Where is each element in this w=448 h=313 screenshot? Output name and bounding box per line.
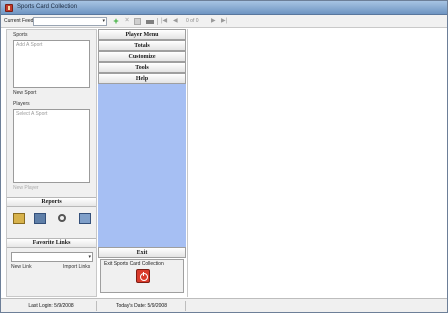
app-icon <box>5 4 13 12</box>
exit-panel: Exit Sports Card Collection <box>100 259 184 293</box>
menu-tools[interactable]: Tools <box>98 62 186 73</box>
report-card-icon[interactable] <box>13 213 25 224</box>
todays-date-status: Today's Date: 5/9/2008 <box>98 301 186 311</box>
delete-icon[interactable]: × <box>123 17 131 25</box>
menu-content-area <box>98 84 186 247</box>
reports-header: Reports <box>7 197 96 207</box>
last-login-status: Last Login: 5/9/2008 <box>6 301 97 311</box>
players-listbox[interactable]: Select A Sport <box>13 109 90 183</box>
chevron-down-icon: ▾ <box>88 254 91 260</box>
toolbar-separator <box>157 18 158 25</box>
previous-record-icon[interactable]: ◀ <box>173 17 178 26</box>
add-icon[interactable]: + <box>112 17 120 26</box>
power-icon[interactable] <box>136 269 150 283</box>
last-record-icon[interactable]: ▶| <box>221 17 227 26</box>
window-title: Sports Card Collection <box>17 4 78 10</box>
favorite-links-header: Favorite Links <box>7 238 96 248</box>
save-icon[interactable] <box>134 18 141 25</box>
status-bar: Last Login: 5/9/2008 Today's Date: 5/9/2… <box>1 298 447 312</box>
exit-header: Exit <box>98 247 186 258</box>
menu-help[interactable]: Help <box>98 73 186 84</box>
left-panel: Sports Add A Sport New Sport Players Sel… <box>6 29 97 297</box>
report-print-icon[interactable] <box>34 213 46 224</box>
menu-totals[interactable]: Totals <box>98 40 186 51</box>
main-content-area <box>187 29 445 297</box>
first-record-icon[interactable]: |◀ <box>161 17 167 26</box>
new-player-link[interactable]: New Player <box>13 185 39 191</box>
menu-column: Player Menu Totals Customize Tools Help … <box>98 29 186 297</box>
players-placeholder: Select A Sport <box>16 111 48 117</box>
current-feeds-select[interactable]: ▾ <box>33 17 107 26</box>
chevron-down-icon: ▾ <box>102 18 105 24</box>
edit-icon[interactable] <box>146 20 154 24</box>
new-sport-link[interactable]: New Sport <box>13 90 36 96</box>
report-search-icon[interactable] <box>58 214 66 222</box>
report-export-icon[interactable] <box>79 213 91 224</box>
next-record-icon[interactable]: ▶ <box>211 17 216 26</box>
players-label: Players <box>13 101 30 107</box>
menu-player-menu[interactable]: Player Menu <box>98 29 186 40</box>
favorite-links-select[interactable]: ▾ <box>11 252 93 262</box>
title-bar[interactable]: Sports Card Collection <box>1 1 447 15</box>
exit-caption: Exit Sports Card Collection <box>104 261 164 267</box>
new-link[interactable]: New Link <box>11 264 32 270</box>
sports-label: Sports <box>13 32 28 38</box>
sports-placeholder: Add A Sport <box>16 42 43 48</box>
import-links[interactable]: Import Links <box>63 264 90 270</box>
record-position: 0 of 0 <box>186 18 199 24</box>
app-window: Sports Card Collection Current Feeds: ▾ … <box>0 0 448 313</box>
menu-customize[interactable]: Customize <box>98 51 186 62</box>
sports-listbox[interactable]: Add A Sport <box>13 40 90 88</box>
toolbar: Current Feeds: ▾ + × |◀ ◀ 0 of 0 ▶ ▶| <box>1 15 447 28</box>
